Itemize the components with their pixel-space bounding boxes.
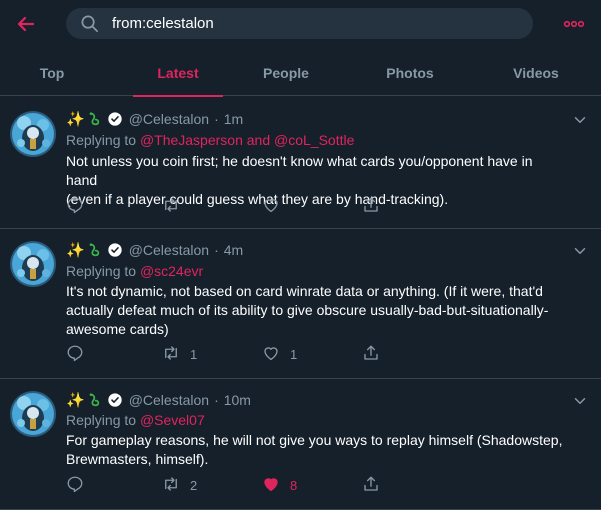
tweet-text: It's not dynamic, not based on card winr…: [66, 282, 566, 339]
avatar[interactable]: [10, 111, 56, 157]
sparkles-emoji: ✨: [66, 111, 85, 128]
dragon-icon: [87, 111, 103, 127]
tweet-text: For gameplay reasons, he will not give y…: [66, 431, 566, 469]
replying-to-prefix: Replying to: [66, 412, 137, 428]
verified-badge-icon: [107, 392, 123, 408]
tab-top-label: Top: [39, 64, 65, 81]
share-icon: [362, 475, 380, 496]
search-tabs: Top Latest People Photos Videos: [0, 49, 601, 97]
search-bar[interactable]: [66, 8, 533, 39]
retweet-button[interactable]: 2: [162, 474, 197, 496]
tab-photos-label: Photos: [386, 64, 434, 81]
verified-badge-icon: [107, 242, 123, 258]
tweet-text-line: It's not dynamic, not based on card winr…: [66, 283, 543, 299]
like-button[interactable]: 8: [262, 474, 297, 496]
tweet-text-line: Not unless you coin first; he doesn't kn…: [66, 153, 533, 188]
tab-photos[interactable]: Photos: [364, 49, 456, 96]
more-options-icon[interactable]: [560, 13, 588, 35]
tweet-actions: 1 1: [66, 343, 396, 365]
reply-icon: [66, 196, 84, 217]
retweet-button[interactable]: [162, 195, 190, 217]
tweet-header: ✨ @Celestalon · 4m: [66, 240, 243, 260]
sparkles-emoji: ✨: [66, 392, 85, 409]
tweet-text-line: Brewmasters, himself).: [66, 451, 209, 467]
heart-filled-icon: [262, 475, 280, 496]
replying-to: Replying to @sc24evr: [66, 263, 203, 279]
search-icon: [80, 14, 99, 33]
replying-to: Replying to @TheJasperson and @coL_Sottl…: [66, 132, 354, 148]
top-bar: [0, 0, 601, 48]
share-button[interactable]: [362, 195, 380, 217]
tab-people-label: People: [263, 64, 309, 81]
replying-to: Replying to @Sevel07: [66, 412, 205, 428]
user-handle[interactable]: @Celestalon: [129, 242, 209, 258]
reply-button[interactable]: [66, 195, 94, 217]
user-handle[interactable]: @Celestalon: [129, 392, 209, 408]
back-arrow-icon[interactable]: [12, 10, 40, 38]
tab-people[interactable]: People: [240, 49, 332, 96]
tweet-text-line: awesome cards): [66, 321, 169, 337]
avatar[interactable]: [10, 241, 56, 287]
reply-button[interactable]: [66, 474, 94, 496]
tweet-header: ✨ @Celestalon · 10m: [66, 390, 251, 410]
heart-icon: [262, 344, 280, 365]
sparkles-emoji: ✨: [66, 242, 85, 259]
separator-dot: ·: [214, 111, 219, 127]
reply-icon: [66, 475, 84, 496]
like-button[interactable]: 1: [262, 343, 297, 365]
retweet-icon: [162, 196, 180, 217]
tweet-actions: [66, 195, 396, 217]
replying-to-mentions[interactable]: @Sevel07: [140, 412, 205, 428]
tab-top[interactable]: Top: [0, 49, 104, 96]
tweet[interactable]: ✨ @Celestalon · 4m Replying to @sc24evr …: [0, 229, 601, 379]
tweet-text-line: For gameplay reasons, he will not give y…: [66, 432, 563, 448]
chevron-down-icon[interactable]: [571, 242, 589, 260]
tweet-header: ✨ @Celestalon · 1m: [66, 109, 243, 129]
chevron-down-icon[interactable]: [571, 392, 589, 410]
reply-icon: [66, 344, 84, 365]
user-handle[interactable]: @Celestalon: [129, 111, 209, 127]
retweet-button[interactable]: 1: [162, 343, 197, 365]
separator-dot: ·: [214, 242, 219, 258]
share-icon: [362, 196, 380, 217]
replying-to-prefix: Replying to: [66, 263, 137, 279]
tweet-text-line: actually defeat much of its ability to g…: [66, 302, 549, 318]
tweet[interactable]: ✨ @Celestalon · 10m Replying to @Sevel07…: [0, 379, 601, 510]
share-button[interactable]: [362, 474, 380, 496]
tab-videos[interactable]: Videos: [490, 49, 582, 96]
retweet-count: 1: [190, 346, 198, 362]
tweet-time[interactable]: 4m: [224, 242, 243, 258]
retweet-icon: [162, 475, 180, 496]
retweet-icon: [162, 344, 180, 365]
tweet-time[interactable]: 1m: [224, 111, 243, 127]
dragon-icon: [87, 392, 103, 408]
tab-latest-label: Latest: [157, 64, 199, 81]
retweet-count: 2: [190, 477, 198, 493]
tweet-time[interactable]: 10m: [224, 392, 251, 408]
like-button[interactable]: [262, 195, 290, 217]
like-count: 8: [290, 477, 298, 493]
replying-to-mentions[interactable]: @TheJasperson and @coL_Sottle: [140, 132, 354, 148]
heart-icon: [262, 196, 280, 217]
share-icon: [362, 344, 380, 365]
share-button[interactable]: [362, 343, 380, 365]
search-input[interactable]: [112, 8, 512, 39]
reply-button[interactable]: [66, 343, 94, 365]
tab-videos-label: Videos: [513, 64, 559, 81]
separator-dot: ·: [214, 392, 219, 408]
replying-to-mentions[interactable]: @sc24evr: [140, 263, 203, 279]
dragon-icon: [87, 242, 103, 258]
chevron-down-icon[interactable]: [571, 111, 589, 129]
like-count: 1: [290, 346, 298, 362]
avatar[interactable]: [10, 391, 56, 437]
verified-badge-icon: [107, 111, 123, 127]
replying-to-prefix: Replying to: [66, 132, 137, 148]
tweet-actions: 2 8: [66, 474, 396, 496]
tweet[interactable]: ✨ @Celestalon · 1m Replying to @TheJaspe…: [0, 97, 601, 229]
tab-latest[interactable]: Latest: [133, 49, 223, 97]
